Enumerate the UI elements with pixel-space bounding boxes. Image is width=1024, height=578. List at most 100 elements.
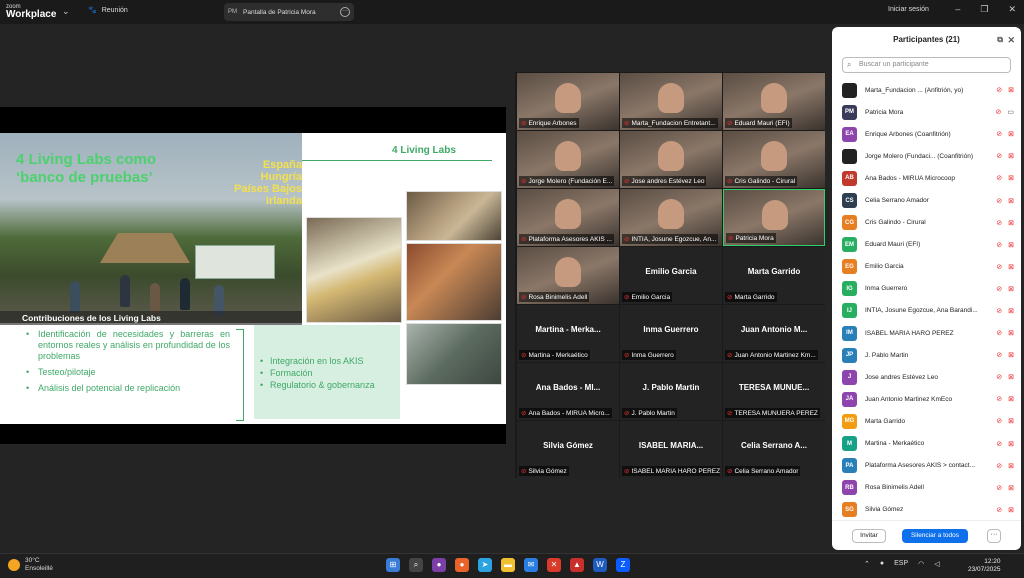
weather-widget[interactable]: 30°C Ensoleillé bbox=[8, 557, 53, 573]
participant-row[interactable]: JP J. Pablo Martin ⊘ ⊠ bbox=[842, 344, 1014, 366]
popout-icon[interactable]: ⧉ bbox=[997, 27, 1003, 53]
muted-mic-icon[interactable]: ⊘ bbox=[996, 197, 1002, 205]
language-indicator[interactable]: ESP bbox=[894, 560, 908, 568]
wifi-icon[interactable]: ◠ bbox=[918, 560, 924, 568]
camera-off-icon[interactable]: ⊠ bbox=[1008, 174, 1014, 182]
video-tile[interactable]: ⊘ Marta_Fundacion Entretant... bbox=[620, 73, 722, 130]
muted-mic-icon[interactable]: ⊘ bbox=[996, 329, 1002, 337]
video-tile[interactable]: Martina - Merka... ⊘ Martina - Merkaético bbox=[517, 305, 619, 362]
video-tile[interactable]: Marta Garrido ⊘ Marta Garrido bbox=[723, 247, 825, 304]
participant-row[interactable]: J Jose andres Estévez Leo ⊘ ⊠ bbox=[842, 366, 1014, 388]
muted-mic-icon[interactable]: ⊘ bbox=[996, 285, 1002, 293]
camera-off-icon[interactable]: ⊠ bbox=[1008, 241, 1014, 249]
camera-off-icon[interactable]: ⊠ bbox=[1008, 219, 1014, 227]
participant-row[interactable]: IJ INTIA, Josune Egozcue, Ana Barandi... ⊘… bbox=[842, 300, 1014, 322]
chevron-up-icon[interactable]: ⌃ bbox=[864, 560, 870, 568]
more-button[interactable]: ··· bbox=[987, 529, 1001, 543]
participant-row[interactable]: PA Plataforma Asesores AKIS > contact... ⊘… bbox=[842, 455, 1014, 477]
muted-mic-icon[interactable]: ⊘ bbox=[996, 174, 1002, 182]
camera-off-icon[interactable]: ⊠ bbox=[1008, 263, 1014, 271]
video-tile[interactable]: ⊘ Patricia Mora bbox=[723, 189, 825, 246]
camera-off-icon[interactable]: ⊠ bbox=[1008, 484, 1014, 492]
participant-row[interactable]: RB Rosa Binimelis Adell ⊘ ⊠ bbox=[842, 477, 1014, 499]
video-tile[interactable]: Emilio Garcia ⊘ Emilio Garcia bbox=[620, 247, 722, 304]
participant-row[interactable]: MG Marta Garrido ⊘ ⊠ bbox=[842, 410, 1014, 432]
video-tile[interactable]: TERESA MUNUE... ⊘ TERESA MUNUERA PEREZ bbox=[723, 363, 825, 420]
camera-off-icon[interactable]: ⊠ bbox=[1008, 86, 1014, 94]
muted-mic-icon[interactable]: ⊘ bbox=[996, 86, 1002, 94]
more-icon[interactable]: ··· bbox=[340, 7, 350, 17]
folder-icon[interactable]: ▬ bbox=[501, 558, 515, 572]
camera-off-icon[interactable]: ⊠ bbox=[1008, 351, 1014, 359]
video-tile[interactable]: Inma Guerrero ⊘ Inma Guerrero bbox=[620, 305, 722, 362]
camera-off-icon[interactable]: ⊠ bbox=[1008, 462, 1014, 470]
camera-off-icon[interactable]: ⊠ bbox=[1008, 329, 1014, 337]
camera-off-icon[interactable]: ⊠ bbox=[1008, 440, 1014, 448]
video-tile[interactable]: ⊘ Cris Galindo - Cirural bbox=[723, 131, 825, 188]
invite-button[interactable]: Invitar bbox=[852, 529, 886, 543]
participant-row[interactable]: Jorge Molero (Fundaci... (Coanfitrión) ⊘ ⊠ bbox=[842, 145, 1014, 167]
screen-share-tab[interactable]: PM Pantalla de Patricia Mora ··· bbox=[224, 3, 354, 21]
camera-on-icon[interactable]: ▭ bbox=[1007, 108, 1014, 116]
muted-mic-icon[interactable]: ⊘ bbox=[996, 263, 1002, 271]
muted-mic-icon[interactable]: ⊘ bbox=[996, 440, 1002, 448]
participant-row[interactable]: CS Celia Serrano Amador ⊘ ⊠ bbox=[842, 189, 1014, 211]
word-icon[interactable]: W bbox=[593, 558, 607, 572]
video-tile[interactable]: Celia Serrano A... ⊘ Celia Serrano Amador bbox=[723, 421, 825, 478]
app-icon[interactable]: ✕ bbox=[547, 558, 561, 572]
muted-mic-icon[interactable]: ⊘ bbox=[996, 152, 1002, 160]
muted-mic-icon[interactable]: ⊘ bbox=[996, 108, 1002, 116]
muted-mic-icon[interactable]: ⊘ bbox=[996, 307, 1002, 315]
video-tile[interactable]: ⊘ Enrique Arbones bbox=[517, 73, 619, 130]
camera-off-icon[interactable]: ⊠ bbox=[1008, 152, 1014, 160]
muted-mic-icon[interactable]: ⊘ bbox=[996, 462, 1002, 470]
participant-row[interactable]: PM Patricia Mora ⊘ ▭ bbox=[842, 101, 1014, 123]
participant-row[interactable]: IG Inma Guerrero ⊘ ⊠ bbox=[842, 278, 1014, 300]
search-input[interactable]: ⌕ Buscar un participante bbox=[842, 57, 1011, 73]
video-tile[interactable]: J. Pablo Martin ⊘ J. Pablo Martin bbox=[620, 363, 722, 420]
minimize-icon[interactable]: – bbox=[955, 4, 960, 15]
camera-off-icon[interactable]: ⊠ bbox=[1008, 130, 1014, 138]
video-tile[interactable]: Ana Bados - MI... ⊘ Ana Bados - MIRUA Micr… bbox=[517, 363, 619, 420]
speaker-icon[interactable]: ◁ bbox=[934, 560, 939, 568]
participant-row[interactable]: EM Eduard Mauri (EFI) ⊘ ⊠ bbox=[842, 234, 1014, 256]
meeting-tab[interactable]: 🐾 Reunión bbox=[88, 6, 128, 15]
chevron-down-icon[interactable]: ⌄ bbox=[62, 6, 70, 17]
muted-mic-icon[interactable]: ⊘ bbox=[996, 373, 1002, 381]
participant-row[interactable]: IM ISABEL MARIA HARO PEREZ ⊘ ⊠ bbox=[842, 322, 1014, 344]
microphone-icon[interactable]: ● bbox=[880, 560, 884, 568]
pdf-icon[interactable]: ▲ bbox=[570, 558, 584, 572]
zoom-icon[interactable]: Z bbox=[616, 558, 630, 572]
muted-mic-icon[interactable]: ⊘ bbox=[996, 351, 1002, 359]
camera-off-icon[interactable]: ⊠ bbox=[1008, 395, 1014, 403]
muted-mic-icon[interactable]: ⊘ bbox=[996, 219, 1002, 227]
participant-row[interactable]: CG Cris Galindo - Cirural ⊘ ⊠ bbox=[842, 212, 1014, 234]
app-icon[interactable]: ● bbox=[432, 558, 446, 572]
close-icon[interactable]: ✕ bbox=[1008, 4, 1016, 15]
participant-row[interactable]: EA Enrique Arbones (Coanfitrión) ⊘ ⊠ bbox=[842, 123, 1014, 145]
mute-all-button[interactable]: Silenciar a todos bbox=[902, 529, 968, 543]
participant-row[interactable]: JA Juan Antonio Martinez KmEco ⊘ ⊠ bbox=[842, 388, 1014, 410]
maximize-icon[interactable]: ❐ bbox=[980, 4, 988, 15]
muted-mic-icon[interactable]: ⊘ bbox=[996, 506, 1002, 514]
muted-mic-icon[interactable]: ⊘ bbox=[996, 241, 1002, 249]
participant-row[interactable]: SG Silvia Gómez ⊘ ⊠ bbox=[842, 499, 1014, 521]
participant-row[interactable]: EG Emilio Garcia ⊘ ⊠ bbox=[842, 256, 1014, 278]
telegram-icon[interactable]: ➤ bbox=[478, 558, 492, 572]
clock[interactable]: 12:20 23/07/2025 bbox=[968, 558, 1001, 574]
search-icon[interactable]: ⌕ bbox=[409, 558, 423, 572]
signin-button[interactable]: Iniciar sesión bbox=[888, 6, 929, 13]
participant-row[interactable]: AB Ana Bados - MIRUA Microcoop ⊘ ⊠ bbox=[842, 167, 1014, 189]
video-tile[interactable]: Juan Antonio M... ⊘ Juan Antonio Martinez … bbox=[723, 305, 825, 362]
firefox-icon[interactable]: ● bbox=[455, 558, 469, 572]
camera-off-icon[interactable]: ⊠ bbox=[1008, 373, 1014, 381]
mail-icon[interactable]: ✉ bbox=[524, 558, 538, 572]
muted-mic-icon[interactable]: ⊘ bbox=[996, 484, 1002, 492]
camera-off-icon[interactable]: ⊠ bbox=[1008, 417, 1014, 425]
muted-mic-icon[interactable]: ⊘ bbox=[996, 130, 1002, 138]
camera-off-icon[interactable]: ⊠ bbox=[1008, 307, 1014, 315]
video-tile[interactable]: ISABEL MARIA... ⊘ ISABEL MARIA HARO PEREZ bbox=[620, 421, 722, 478]
video-tile[interactable]: ⊘ Plataforma Asesores AKIS ... bbox=[517, 189, 619, 246]
camera-off-icon[interactable]: ⊠ bbox=[1008, 285, 1014, 293]
participant-row[interactable]: Marta_Fundacion ... (Anfitrión, yo) ⊘ ⊠ bbox=[842, 79, 1014, 101]
